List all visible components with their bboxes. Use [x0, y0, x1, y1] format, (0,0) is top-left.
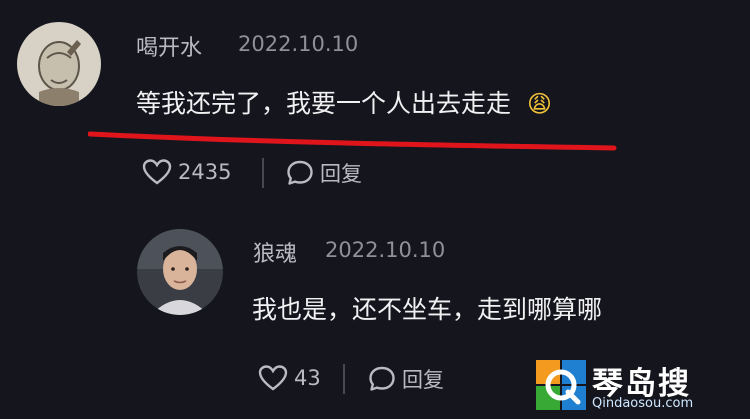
username[interactable]: 喝开水 [136, 30, 202, 62]
red-underline-annotation [88, 131, 617, 151]
emoji-weary-icon: 😩 [526, 90, 552, 118]
comment-date: 2022.10.10 [325, 238, 446, 262]
username[interactable]: 狼魂 [253, 236, 297, 268]
comment-text-body: 等我还完了，我要一个人出去走走 [136, 89, 512, 118]
action-divider [343, 364, 345, 394]
reply-button[interactable]: 回复 [286, 158, 362, 188]
speech-bubble-icon [287, 160, 313, 185]
like-count: 2435 [178, 160, 232, 184]
avatar-photo-icon [137, 229, 223, 315]
like-button[interactable]: 43 [258, 364, 321, 392]
reply-label: 回复 [320, 162, 362, 186]
like-count: 43 [294, 366, 321, 390]
heart-outline-icon [258, 365, 288, 391]
speech-bubble-icon [369, 366, 395, 391]
heart-outline-icon [142, 159, 172, 185]
comment-text: 等我还完了，我要一个人出去走走 😩 [136, 84, 552, 120]
watermark-url: Qindaosou.com [592, 396, 694, 411]
like-button[interactable]: 2435 [142, 158, 231, 186]
watermark-logo-icon [536, 360, 586, 410]
avatar-sketch-icon [17, 22, 101, 106]
avatar-user-2[interactable] [137, 229, 223, 315]
reply-label: 回复 [402, 368, 444, 392]
watermark: 琴岛搜 Qindaosou.com [536, 358, 746, 414]
avatar-user-1[interactable] [17, 22, 101, 106]
action-divider [262, 158, 264, 188]
reply-button[interactable]: 回复 [368, 364, 444, 394]
comment-text: 我也是，还不坐车，走到哪算哪 [252, 295, 603, 324]
comment-date: 2022.10.10 [238, 32, 359, 56]
